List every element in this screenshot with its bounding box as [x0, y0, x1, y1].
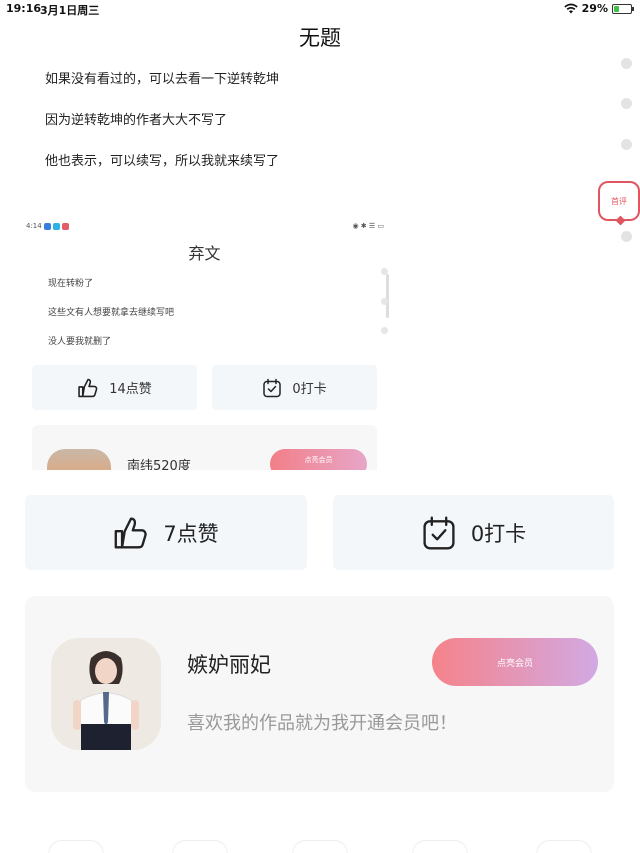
embedded-like-label: 14点赞 [109, 382, 152, 397]
app-icon [61, 222, 69, 230]
author-card: 嫉妒丽妃 喜欢我的作品就为我开通会员吧！ 点亮会员 [25, 596, 614, 792]
embedded-status-left: 4:14 [26, 222, 69, 230]
status-time: 19:16 [6, 2, 42, 15]
embedded-side-dot [381, 327, 388, 334]
author-avatar[interactable] [51, 638, 161, 750]
page-title: 无题 [299, 26, 341, 50]
embedded-scrollbar [386, 274, 389, 318]
thumbs-up-icon [114, 517, 148, 548]
checkin-label: 0打卡 [470, 521, 527, 546]
status-right: 29% [563, 2, 634, 15]
side-dot[interactable] [621, 58, 632, 69]
member-button[interactable]: 点亮会员 [432, 638, 598, 686]
embedded-paragraph: 这些文有人想要就拿去继续写吧 [48, 308, 175, 318]
first-comment-button[interactable]: 首评 [598, 181, 640, 221]
author-name: 嫉妒丽妃 [187, 653, 271, 677]
author-slogan: 喜欢我的作品就为我开通会员吧！ [187, 713, 457, 734]
bottom-tab[interactable] [412, 840, 468, 853]
embedded-status-time: 4:14 [26, 222, 42, 230]
app-icon [52, 222, 60, 230]
calendar-check-icon [423, 516, 455, 549]
like-label: 7点赞 [163, 521, 219, 546]
side-dot[interactable] [621, 231, 632, 242]
embedded-title: 弃文 [188, 244, 221, 263]
like-button[interactable]: 7点赞 [25, 495, 307, 570]
embedded-avatar [47, 449, 111, 470]
bottom-tab[interactable] [48, 840, 104, 853]
thumbs-up-icon [78, 378, 98, 397]
first-comment-label: 首评 [611, 196, 627, 206]
embedded-like-button: 14点赞 [32, 365, 197, 410]
app-icon [43, 222, 51, 230]
paragraph-2: 因为逆转乾坤的作者大大不写了 [45, 113, 228, 128]
bottom-tab[interactable] [172, 840, 228, 853]
battery-fill [614, 5, 620, 12]
avatar-illustration [51, 638, 161, 750]
status-bar: 19:16 3月1日周三 29% [0, 0, 640, 18]
embedded-status-icons: ◉ ✱ ☰ ▭ [352, 222, 384, 230]
paragraph-1: 如果没有看过的，可以去看一下逆转乾坤 [45, 72, 280, 87]
side-dot[interactable] [621, 139, 632, 150]
embedded-screenshot: 4:14 ◉ ✱ ☰ ▭ 弃文 现在转粉了 这些文有人想要就拿去继续写吧 没人要… [22, 218, 392, 470]
battery-percent: 29% [581, 2, 608, 15]
status-date: 3月1日周三 [40, 4, 100, 17]
embedded-side-dot [381, 298, 388, 305]
checkin-button[interactable]: 0打卡 [333, 495, 614, 570]
battery-icon [612, 3, 634, 14]
calendar-check-icon [263, 378, 282, 397]
embedded-checkin-label: 0打卡 [292, 382, 327, 397]
embedded-checkin-button: 0打卡 [212, 365, 377, 410]
bottom-tab[interactable] [536, 840, 592, 853]
side-dot[interactable] [621, 98, 632, 109]
embedded-author-name: 南纬520度 [127, 459, 191, 470]
embedded-member-button: 点亮会员 [270, 449, 367, 470]
embedded-paragraph: 现在转粉了 [48, 279, 94, 289]
wifi-icon [563, 3, 578, 14]
embedded-paragraph: 没人要我就删了 [48, 337, 112, 347]
bottom-tab[interactable] [292, 840, 348, 853]
embedded-author-card: 南纬520度 点亮会员 [32, 425, 377, 470]
paragraph-3: 他也表示，可以续写，所以我就来续写了 [45, 154, 280, 169]
